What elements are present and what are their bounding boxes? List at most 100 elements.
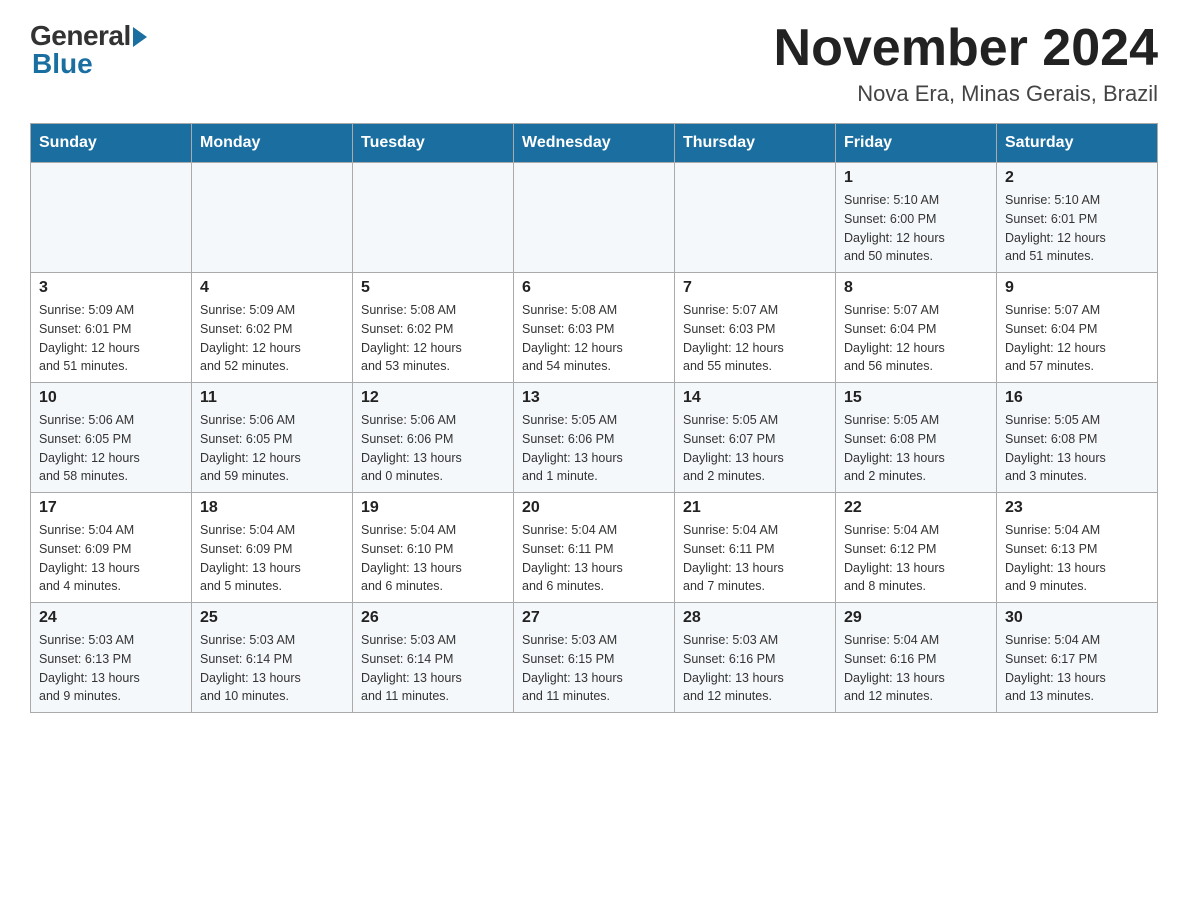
day-info: Sunrise: 5:05 AM Sunset: 6:07 PM Dayligh… — [683, 411, 827, 486]
calendar-cell: 18 Sunrise: 5:04 AM Sunset: 6:09 PM Dayli… — [192, 493, 353, 603]
day-info: Sunrise: 5:05 AM Sunset: 6:08 PM Dayligh… — [844, 411, 988, 486]
day-info: Sunrise: 5:04 AM Sunset: 6:16 PM Dayligh… — [844, 631, 988, 706]
calendar-cell: 8 Sunrise: 5:07 AM Sunset: 6:04 PM Daylig… — [836, 273, 997, 383]
day-number: 20 — [522, 499, 666, 517]
day-number: 13 — [522, 389, 666, 407]
day-number: 30 — [1005, 609, 1149, 627]
day-info: Sunrise: 5:04 AM Sunset: 6:11 PM Dayligh… — [522, 521, 666, 596]
day-info: Sunrise: 5:04 AM Sunset: 6:10 PM Dayligh… — [361, 521, 505, 596]
day-number: 6 — [522, 279, 666, 297]
day-number: 8 — [844, 279, 988, 297]
calendar-cell — [514, 163, 675, 273]
day-number: 18 — [200, 499, 344, 517]
day-info: Sunrise: 5:08 AM Sunset: 6:03 PM Dayligh… — [522, 301, 666, 376]
day-info: Sunrise: 5:04 AM Sunset: 6:09 PM Dayligh… — [200, 521, 344, 596]
calendar-cell: 10 Sunrise: 5:06 AM Sunset: 6:05 PM Dayli… — [31, 383, 192, 493]
calendar-cell: 5 Sunrise: 5:08 AM Sunset: 6:02 PM Daylig… — [353, 273, 514, 383]
day-number: 23 — [1005, 499, 1149, 517]
day-number: 27 — [522, 609, 666, 627]
weekday-header-tuesday: Tuesday — [353, 124, 514, 163]
day-info: Sunrise: 5:03 AM Sunset: 6:16 PM Dayligh… — [683, 631, 827, 706]
calendar-week-row: 3 Sunrise: 5:09 AM Sunset: 6:01 PM Daylig… — [31, 273, 1158, 383]
calendar-title: November 2024 — [774, 20, 1158, 77]
day-number: 9 — [1005, 279, 1149, 297]
day-info: Sunrise: 5:06 AM Sunset: 6:05 PM Dayligh… — [200, 411, 344, 486]
calendar-cell: 22 Sunrise: 5:04 AM Sunset: 6:12 PM Dayli… — [836, 493, 997, 603]
day-info: Sunrise: 5:03 AM Sunset: 6:14 PM Dayligh… — [200, 631, 344, 706]
calendar-week-row: 1 Sunrise: 5:10 AM Sunset: 6:00 PM Daylig… — [31, 163, 1158, 273]
calendar-cell: 4 Sunrise: 5:09 AM Sunset: 6:02 PM Daylig… — [192, 273, 353, 383]
logo-arrow-icon — [133, 27, 147, 47]
day-info: Sunrise: 5:07 AM Sunset: 6:03 PM Dayligh… — [683, 301, 827, 376]
calendar-cell: 15 Sunrise: 5:05 AM Sunset: 6:08 PM Dayli… — [836, 383, 997, 493]
weekday-header-wednesday: Wednesday — [514, 124, 675, 163]
calendar-week-row: 24 Sunrise: 5:03 AM Sunset: 6:13 PM Dayli… — [31, 603, 1158, 713]
day-number: 21 — [683, 499, 827, 517]
day-info: Sunrise: 5:04 AM Sunset: 6:12 PM Dayligh… — [844, 521, 988, 596]
weekday-header-monday: Monday — [192, 124, 353, 163]
logo: General Blue — [30, 20, 147, 80]
day-info: Sunrise: 5:06 AM Sunset: 6:05 PM Dayligh… — [39, 411, 183, 486]
day-info: Sunrise: 5:07 AM Sunset: 6:04 PM Dayligh… — [844, 301, 988, 376]
day-info: Sunrise: 5:08 AM Sunset: 6:02 PM Dayligh… — [361, 301, 505, 376]
logo-blue-text: Blue — [32, 48, 93, 80]
day-number: 29 — [844, 609, 988, 627]
weekday-header-sunday: Sunday — [31, 124, 192, 163]
calendar-cell — [192, 163, 353, 273]
title-block: November 2024 Nova Era, Minas Gerais, Br… — [774, 20, 1158, 107]
calendar-table: SundayMondayTuesdayWednesdayThursdayFrid… — [30, 123, 1158, 713]
calendar-cell: 7 Sunrise: 5:07 AM Sunset: 6:03 PM Daylig… — [675, 273, 836, 383]
calendar-week-row: 17Sunrise: 5:04 AM Sunset: 6:09 PM Dayli… — [31, 493, 1158, 603]
calendar-cell: 25 Sunrise: 5:03 AM Sunset: 6:14 PM Dayli… — [192, 603, 353, 713]
calendar-cell: 13Sunrise: 5:05 AM Sunset: 6:06 PM Dayli… — [514, 383, 675, 493]
calendar-cell: 11 Sunrise: 5:06 AM Sunset: 6:05 PM Dayli… — [192, 383, 353, 493]
day-info: Sunrise: 5:03 AM Sunset: 6:14 PM Dayligh… — [361, 631, 505, 706]
weekday-header-friday: Friday — [836, 124, 997, 163]
calendar-cell — [353, 163, 514, 273]
calendar-cell: 17Sunrise: 5:04 AM Sunset: 6:09 PM Dayli… — [31, 493, 192, 603]
calendar-week-row: 10 Sunrise: 5:06 AM Sunset: 6:05 PM Dayli… — [31, 383, 1158, 493]
calendar-cell: 1 Sunrise: 5:10 AM Sunset: 6:00 PM Daylig… — [836, 163, 997, 273]
day-number: 11 — [200, 389, 344, 407]
calendar-cell: 6 Sunrise: 5:08 AM Sunset: 6:03 PM Daylig… — [514, 273, 675, 383]
calendar-cell: 30Sunrise: 5:04 AM Sunset: 6:17 PM Dayli… — [997, 603, 1158, 713]
day-info: Sunrise: 5:07 AM Sunset: 6:04 PM Dayligh… — [1005, 301, 1149, 376]
day-number: 4 — [200, 279, 344, 297]
calendar-cell: 16Sunrise: 5:05 AM Sunset: 6:08 PM Dayli… — [997, 383, 1158, 493]
calendar-cell: 26 Sunrise: 5:03 AM Sunset: 6:14 PM Dayli… — [353, 603, 514, 713]
day-info: Sunrise: 5:09 AM Sunset: 6:01 PM Dayligh… — [39, 301, 183, 376]
calendar-cell: 9 Sunrise: 5:07 AM Sunset: 6:04 PM Daylig… — [997, 273, 1158, 383]
day-info: Sunrise: 5:03 AM Sunset: 6:15 PM Dayligh… — [522, 631, 666, 706]
day-info: Sunrise: 5:04 AM Sunset: 6:11 PM Dayligh… — [683, 521, 827, 596]
calendar-cell: 24 Sunrise: 5:03 AM Sunset: 6:13 PM Dayli… — [31, 603, 192, 713]
calendar-cell: 20 Sunrise: 5:04 AM Sunset: 6:11 PM Dayli… — [514, 493, 675, 603]
day-number: 3 — [39, 279, 183, 297]
calendar-cell: 2Sunrise: 5:10 AM Sunset: 6:01 PM Daylig… — [997, 163, 1158, 273]
weekday-header-thursday: Thursday — [675, 124, 836, 163]
calendar-cell: 12Sunrise: 5:06 AM Sunset: 6:06 PM Dayli… — [353, 383, 514, 493]
day-number: 10 — [39, 389, 183, 407]
calendar-cell: 29 Sunrise: 5:04 AM Sunset: 6:16 PM Dayli… — [836, 603, 997, 713]
day-number: 14 — [683, 389, 827, 407]
day-number: 7 — [683, 279, 827, 297]
day-info: Sunrise: 5:09 AM Sunset: 6:02 PM Dayligh… — [200, 301, 344, 376]
calendar-cell: 23Sunrise: 5:04 AM Sunset: 6:13 PM Dayli… — [997, 493, 1158, 603]
weekday-header-row: SundayMondayTuesdayWednesdayThursdayFrid… — [31, 124, 1158, 163]
day-info: Sunrise: 5:04 AM Sunset: 6:09 PM Dayligh… — [39, 521, 183, 596]
day-number: 1 — [844, 169, 988, 187]
day-number: 24 — [39, 609, 183, 627]
day-number: 15 — [844, 389, 988, 407]
day-number: 19 — [361, 499, 505, 517]
day-number: 26 — [361, 609, 505, 627]
weekday-header-saturday: Saturday — [997, 124, 1158, 163]
day-number: 22 — [844, 499, 988, 517]
day-number: 28 — [683, 609, 827, 627]
day-info: Sunrise: 5:03 AM Sunset: 6:13 PM Dayligh… — [39, 631, 183, 706]
day-info: Sunrise: 5:10 AM Sunset: 6:00 PM Dayligh… — [844, 191, 988, 266]
day-number: 5 — [361, 279, 505, 297]
calendar-cell — [675, 163, 836, 273]
day-number: 25 — [200, 609, 344, 627]
day-info: Sunrise: 5:05 AM Sunset: 6:08 PM Dayligh… — [1005, 411, 1149, 486]
calendar-cell: 19 Sunrise: 5:04 AM Sunset: 6:10 PM Dayli… — [353, 493, 514, 603]
calendar-subtitle: Nova Era, Minas Gerais, Brazil — [774, 81, 1158, 107]
